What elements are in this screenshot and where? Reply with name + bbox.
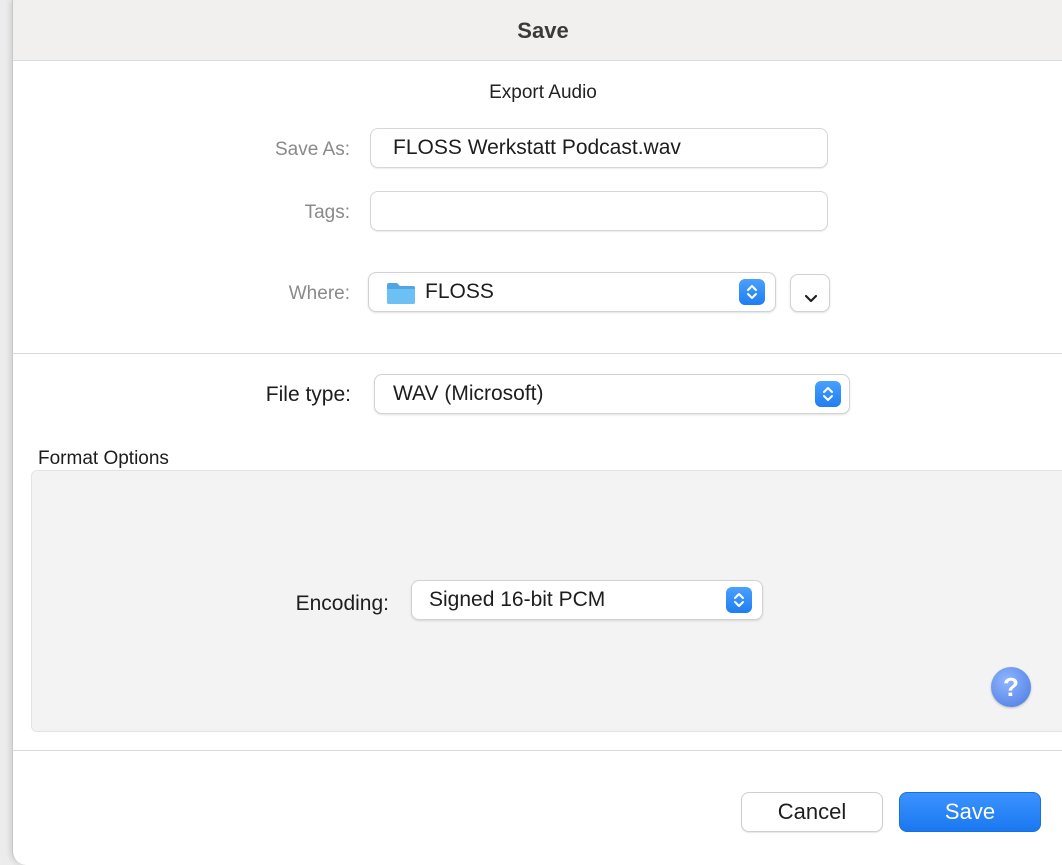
dialog-subtitle: Export Audio [489, 82, 597, 103]
where-value: FLOSS [425, 280, 494, 303]
folder-icon [386, 281, 416, 311]
separator [13, 750, 1062, 751]
up-down-chevron-icon [815, 381, 841, 407]
tags-field[interactable] [370, 191, 828, 231]
encoding-label: Encoding: [295, 592, 389, 615]
where-popup[interactable]: FLOSS [368, 272, 776, 312]
where-label: Where: [288, 283, 350, 304]
up-down-chevron-icon [739, 279, 765, 305]
dialog-title: Save [13, 0, 1062, 61]
tags-label: Tags: [304, 202, 350, 223]
encoding-value: Signed 16-bit PCM [429, 588, 606, 611]
expand-button[interactable] [790, 274, 830, 312]
file-type-popup[interactable]: WAV (Microsoft) [374, 374, 850, 414]
encoding-popup[interactable]: Signed 16-bit PCM [411, 580, 763, 620]
save-as-label: Save As: [275, 139, 350, 160]
save-dialog: Save Export Audio Save As: FLOSS Werksta… [12, 0, 1062, 865]
save-button[interactable]: Save [899, 792, 1041, 832]
file-type-value: WAV (Microsoft) [393, 382, 544, 405]
help-icon[interactable]: ? [991, 667, 1031, 707]
separator [13, 353, 1062, 354]
format-options-heading: Format Options [38, 448, 169, 469]
chevron-down-icon [803, 287, 819, 311]
cancel-button[interactable]: Cancel [741, 792, 883, 832]
up-down-chevron-icon [726, 587, 752, 613]
file-type-label: File type: [265, 383, 351, 406]
save-as-field[interactable]: FLOSS Werkstatt Podcast.wav [370, 128, 828, 168]
